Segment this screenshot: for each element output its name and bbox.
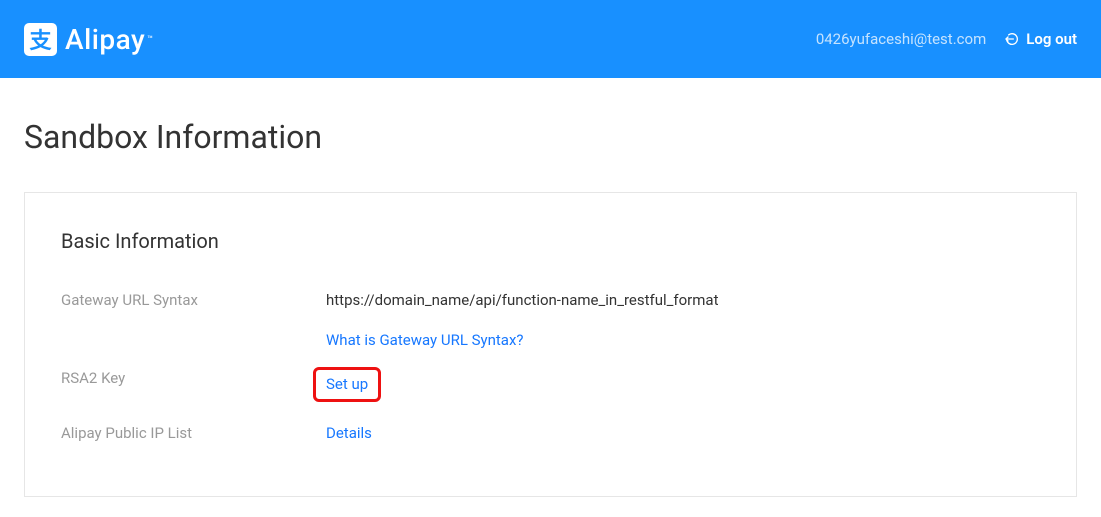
ip-list-value-col: Details bbox=[326, 422, 372, 444]
brand-name-wrapper: Alipay™ bbox=[65, 23, 153, 56]
logout-button[interactable]: Log out bbox=[1004, 30, 1077, 48]
gateway-help-link[interactable]: What is Gateway URL Syntax? bbox=[326, 329, 719, 351]
logout-icon bbox=[1004, 31, 1020, 47]
header-right: 0426yufaceshi@test.com Log out bbox=[816, 30, 1077, 48]
top-header: 支 Alipay™ 0426yufaceshi@test.com Log out bbox=[0, 0, 1101, 78]
page-title: Sandbox Information bbox=[24, 118, 1077, 156]
basic-info-card: Basic Information Gateway URL Syntax htt… bbox=[24, 192, 1077, 497]
user-email[interactable]: 0426yufaceshi@test.com bbox=[816, 30, 986, 48]
field-row-ip-list: Alipay Public IP List Details bbox=[61, 422, 1040, 444]
brand-tm: ™ bbox=[147, 35, 153, 45]
ip-list-label: Alipay Public IP List bbox=[61, 422, 326, 444]
gateway-url-value: https://domain_name/api/function-name_in… bbox=[326, 289, 719, 311]
logout-label: Log out bbox=[1026, 30, 1077, 48]
field-row-rsa2: RSA2 Key Set up bbox=[61, 367, 1040, 402]
rsa2-value-col: Set up bbox=[326, 367, 381, 402]
rsa2-setup-link[interactable]: Set up bbox=[326, 375, 368, 393]
alipay-logo-icon: 支 bbox=[24, 23, 57, 56]
setup-highlight-box: Set up bbox=[313, 367, 381, 402]
field-row-gateway: Gateway URL Syntax https://domain_name/a… bbox=[61, 289, 1040, 351]
rsa2-label: RSA2 Key bbox=[61, 367, 326, 389]
page-content: Sandbox Information Basic Information Ga… bbox=[0, 78, 1101, 497]
gateway-label: Gateway URL Syntax bbox=[61, 289, 326, 311]
ip-list-details-link[interactable]: Details bbox=[326, 422, 372, 444]
brand-logo[interactable]: 支 Alipay™ bbox=[24, 23, 153, 56]
brand-name: Alipay bbox=[65, 23, 145, 56]
section-title-basic: Basic Information bbox=[61, 229, 1040, 253]
gateway-value-col: https://domain_name/api/function-name_in… bbox=[326, 289, 719, 351]
